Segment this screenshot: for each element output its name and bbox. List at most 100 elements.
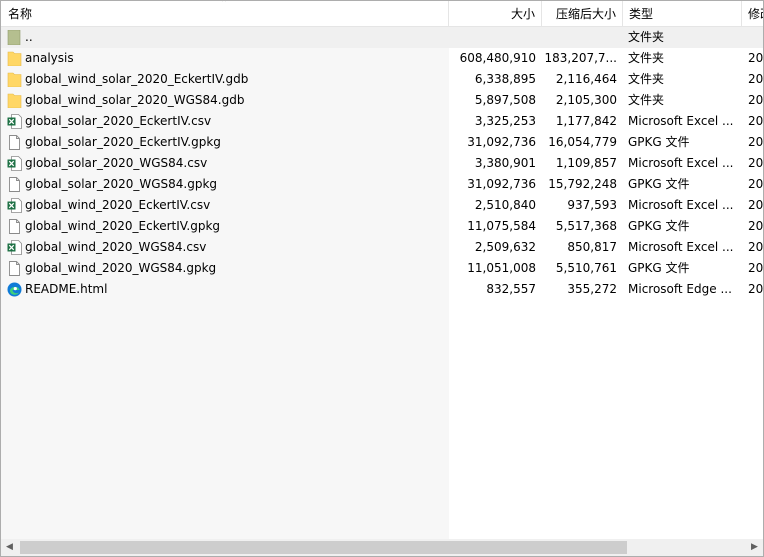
file-packed-size <box>542 27 617 48</box>
file-modified: 20 <box>748 114 764 128</box>
file-packed-size: 15,792,248 <box>548 177 617 191</box>
file-icon <box>7 177 22 192</box>
file-packed-size: 850,817 <box>567 240 617 254</box>
file-modified: 20 <box>748 198 764 212</box>
file-type: Microsoft Excel ... <box>628 114 734 128</box>
file-modified: 20 <box>748 261 764 275</box>
file-size: 11,075,584 <box>467 219 536 233</box>
file-size: 2,509,632 <box>474 240 536 254</box>
file-icon <box>7 135 22 150</box>
file-size <box>449 27 536 48</box>
file-size: 5,897,508 <box>474 93 536 107</box>
file-packed-size: 2,116,464 <box>555 72 617 86</box>
file-row[interactable]: README.html 832,557 355,272 Microsoft Edge … <box>1 279 763 300</box>
file-row[interactable]: global_wind_2020_EckertIV.gpkg 11,075,584… <box>1 216 763 237</box>
file-size: 31,092,736 <box>467 177 536 191</box>
file-name: global_solar_2020_EckertIV.csv <box>25 114 212 128</box>
file-name: global_solar_2020_WGS84.csv <box>25 156 208 170</box>
file-type: GPKG 文件 <box>628 261 690 275</box>
file-type: GPKG 文件 <box>628 177 690 191</box>
scrollbar-thumb[interactable] <box>20 541 627 554</box>
file-modified: 20 <box>748 219 764 233</box>
file-name: .. <box>25 30 33 44</box>
folder-icon <box>7 93 22 109</box>
file-modified: 20 <box>748 282 764 296</box>
file-modified: 20 <box>748 51 764 65</box>
file-name: global_solar_2020_EckertIV.gpkg <box>25 135 221 149</box>
file-row[interactable]: global_solar_2020_EckertIV.gpkg 31,092,73… <box>1 132 763 153</box>
file-type: 文件夹 <box>628 93 665 107</box>
file-name: analysis <box>25 51 74 65</box>
file-size: 832,557 <box>486 282 536 296</box>
file-list-window: 名称 ⌃ 大小 压缩后大小 类型 修改 .. 文件夹 analysis 608,480… <box>0 0 764 557</box>
file-modified: 20 <box>748 93 764 107</box>
file-name: README.html <box>25 282 108 296</box>
scroll-left-icon[interactable]: ◀ <box>1 539 18 556</box>
file-size: 3,325,253 <box>474 114 536 128</box>
edge-icon <box>7 282 22 297</box>
file-modified: 20 <box>748 135 764 149</box>
file-row[interactable]: global_wind_2020_WGS84.gpkg 11,051,008 5,5… <box>1 258 763 279</box>
column-modified-label: 修改 <box>748 7 763 21</box>
file-packed-size: 2,105,300 <box>555 93 617 107</box>
file-size: 6,338,895 <box>474 72 536 86</box>
file-type: Microsoft Edge ... <box>628 282 732 296</box>
scroll-right-icon[interactable]: ▶ <box>746 539 763 556</box>
file-row[interactable]: global_wind_2020_EckertIV.csv 2,510,840 93… <box>1 195 763 216</box>
file-name: global_wind_2020_WGS84.csv <box>25 240 207 254</box>
file-packed-size: 5,510,761 <box>555 261 617 275</box>
file-size: 31,092,736 <box>467 135 536 149</box>
file-type: 文件夹 <box>628 30 665 44</box>
file-size: 11,051,008 <box>467 261 536 275</box>
horizontal-scrollbar[interactable]: ◀ ▶ <box>1 539 763 556</box>
file-row[interactable]: global_wind_solar_2020_WGS84.gdb 5,897,50… <box>1 90 763 111</box>
file-row[interactable]: global_solar_2020_EckertIV.csv 3,325,253 1… <box>1 111 763 132</box>
file-type: Microsoft Excel ... <box>628 198 734 212</box>
column-header: 名称 ⌃ 大小 压缩后大小 类型 修改 <box>1 1 763 27</box>
file-modified <box>748 27 763 48</box>
file-name: global_wind_2020_WGS84.gpkg <box>25 261 217 275</box>
file-packed-size: 355,272 <box>567 282 617 296</box>
file-packed-size: 16,054,779 <box>548 135 617 149</box>
file-type: Microsoft Excel ... <box>628 156 734 170</box>
file-type: 文件夹 <box>628 51 665 65</box>
folder-icon <box>7 51 22 67</box>
file-row[interactable]: global_wind_solar_2020_EckertIV.gdb 6,338… <box>1 69 763 90</box>
column-packed-header[interactable]: 压缩后大小 <box>542 1 623 26</box>
file-name: global_solar_2020_WGS84.gpkg <box>25 177 218 191</box>
file-type: GPKG 文件 <box>628 219 690 233</box>
excel-icon <box>7 114 22 129</box>
file-modified: 20 <box>748 240 764 254</box>
file-packed-size: 1,177,842 <box>555 114 617 128</box>
file-row[interactable]: analysis 608,480,910 183,207,7... 文件夹 20 <box>1 48 763 69</box>
file-type: GPKG 文件 <box>628 135 690 149</box>
column-packed-label: 压缩后大小 <box>555 7 616 21</box>
column-size-label: 大小 <box>510 7 535 21</box>
file-icon <box>7 261 22 276</box>
file-packed-size: 1,109,857 <box>555 156 617 170</box>
parent-directory-row[interactable]: .. 文件夹 <box>1 27 763 48</box>
file-row[interactable]: global_solar_2020_WGS84.csv 3,380,901 1,10… <box>1 153 763 174</box>
column-name-label: 名称 <box>8 7 33 21</box>
file-modified: 20 <box>748 177 764 191</box>
file-row[interactable]: global_solar_2020_WGS84.gpkg 31,092,736 15… <box>1 174 763 195</box>
column-size-header[interactable]: 大小 <box>449 1 542 26</box>
file-packed-size: 183,207,7... <box>544 51 617 65</box>
file-name: global_wind_2020_EckertIV.gpkg <box>25 219 221 233</box>
file-modified: 20 <box>748 156 764 170</box>
file-size: 608,480,910 <box>459 51 536 65</box>
folder-icon <box>7 72 22 88</box>
file-size: 2,510,840 <box>474 198 536 212</box>
file-icon <box>7 219 22 234</box>
column-modified-header[interactable]: 修改 <box>741 1 763 26</box>
file-modified: 20 <box>748 72 764 86</box>
file-name: global_wind_solar_2020_EckertIV.gdb <box>25 72 249 86</box>
column-type-header[interactable]: 类型 <box>622 1 742 26</box>
file-size: 3,380,901 <box>474 156 536 170</box>
file-packed-size: 5,517,368 <box>555 219 617 233</box>
file-packed-size: 937,593 <box>567 198 617 212</box>
column-type-label: 类型 <box>629 7 654 21</box>
file-name: global_wind_solar_2020_WGS84.gdb <box>25 93 245 107</box>
file-row[interactable]: global_wind_2020_WGS84.csv 2,509,632 850,8… <box>1 237 763 258</box>
excel-icon <box>7 198 22 213</box>
